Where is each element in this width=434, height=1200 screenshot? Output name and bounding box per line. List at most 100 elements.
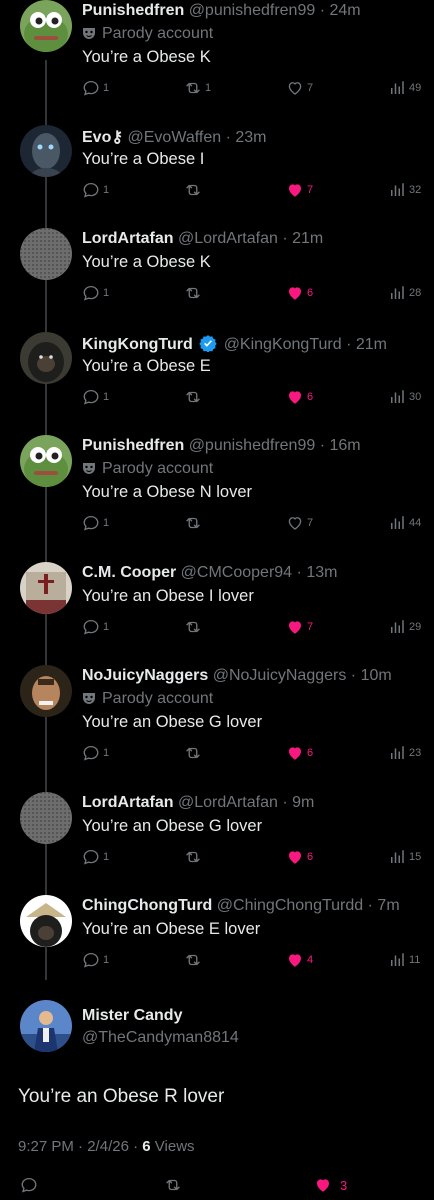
avatar[interactable]: [20, 332, 72, 384]
timestamp[interactable]: 7m: [377, 897, 399, 914]
reply-button[interactable]: 1: [82, 743, 109, 763]
reply-tweet[interactable]: NoJuicyNaggers @NoJuicyNaggers · 10m Par…: [0, 665, 434, 765]
repost-button[interactable]: [184, 743, 205, 763]
handle[interactable]: @LordArtafan: [178, 794, 278, 811]
repost-button[interactable]: [184, 283, 205, 303]
display-name[interactable]: Punishedfren: [82, 437, 184, 454]
reply-tweet[interactable]: Evo⚷ @EvoWaffen · 23m You’re a Obese I 1…: [0, 125, 434, 225]
reply-button[interactable]: 1: [82, 180, 109, 200]
timestamp[interactable]: 23m: [235, 129, 266, 146]
display-name[interactable]: ChingChongTurd: [82, 897, 212, 914]
like-count: 6: [307, 287, 314, 299]
like-button[interactable]: 7: [286, 180, 313, 200]
timestamp[interactable]: 9m: [292, 794, 314, 811]
avatar[interactable]: [20, 895, 72, 947]
avatar[interactable]: [20, 0, 72, 52]
timestamp[interactable]: 21m: [356, 336, 387, 353]
reply-button[interactable]: 1: [82, 617, 109, 637]
repost-button[interactable]: [184, 847, 205, 867]
repost-button[interactable]: [184, 180, 205, 200]
timestamp[interactable]: 10m: [361, 667, 392, 684]
tweet-header: NoJuicyNaggers @NoJuicyNaggers · 10m: [82, 667, 392, 684]
timestamp[interactable]: 13m: [306, 564, 337, 581]
reply-tweet[interactable]: C.M. Cooper @CMCooper94 · 13m You’re an …: [0, 562, 434, 662]
handle[interactable]: @CMCooper94: [181, 564, 292, 581]
heart-filled-icon: [289, 184, 301, 197]
repost-button[interactable]: [184, 513, 205, 533]
timestamp[interactable]: 16m: [329, 437, 360, 454]
post-time[interactable]: 9:27 PM: [18, 1138, 74, 1155]
main-post-handle[interactable]: @TheCandyman8814: [82, 1029, 239, 1047]
like-button[interactable]: 4: [286, 950, 313, 970]
handle[interactable]: @NoJuicyNaggers: [213, 667, 347, 684]
repost-button[interactable]: [164, 1175, 182, 1195]
avatar[interactable]: [20, 228, 72, 280]
handle[interactable]: @punishedfren99: [189, 437, 316, 454]
handle[interactable]: @LordArtafan: [178, 230, 278, 247]
handle[interactable]: @ChingChongTurdd: [217, 897, 363, 914]
like-button[interactable]: 7: [286, 78, 313, 98]
reply-button[interactable]: 1: [82, 950, 109, 970]
like-count: 6: [307, 851, 314, 863]
reply-button[interactable]: 1: [82, 387, 109, 407]
views-button[interactable]: 29: [388, 617, 421, 637]
reply-tweet[interactable]: Punishedfren @punishedfren99 · 24m Parod…: [0, 0, 434, 100]
reply-button[interactable]: 1: [82, 513, 109, 533]
display-name[interactable]: KingKongTurd: [82, 336, 193, 353]
repost-button[interactable]: [184, 617, 205, 637]
like-button[interactable]: 6: [286, 743, 313, 763]
views-button[interactable]: 15: [388, 847, 421, 867]
timestamp[interactable]: 21m: [292, 230, 323, 247]
tweet-actions: 1 4 11: [82, 950, 426, 970]
avatar[interactable]: [20, 435, 72, 487]
reply-tweet[interactable]: ChingChongTurd @ChingChongTurdd · 7m You…: [0, 895, 434, 995]
reply-button[interactable]: 1: [82, 78, 109, 98]
views-button[interactable]: 49: [388, 78, 421, 98]
views-button[interactable]: 28: [388, 283, 421, 303]
views-button[interactable]: 23: [388, 743, 421, 763]
avatar[interactable]: [20, 792, 72, 844]
like-button[interactable]: 7: [286, 617, 313, 637]
like-button[interactable]: 7: [286, 513, 313, 533]
display-name[interactable]: Punishedfren: [82, 2, 184, 19]
reply-button[interactable]: [20, 1175, 38, 1195]
reply-button[interactable]: 1: [82, 847, 109, 867]
reply-button[interactable]: 1: [82, 283, 109, 303]
repost-button[interactable]: [184, 950, 205, 970]
tweet-text: You’re an Obese I lover: [82, 587, 254, 605]
avatar[interactable]: [20, 125, 72, 177]
views-button[interactable]: 30: [388, 387, 421, 407]
display-name[interactable]: LordArtafan: [82, 794, 174, 811]
reply-tweet[interactable]: LordArtafan @LordArtafan · 21m You’re a …: [0, 228, 434, 328]
views-button[interactable]: 32: [388, 180, 421, 200]
reply-tweet[interactable]: LordArtafan @LordArtafan · 9m You’re an …: [0, 792, 434, 892]
views-icon: [391, 953, 404, 966]
avatar[interactable]: [20, 562, 72, 614]
handle[interactable]: @punishedfren99: [189, 2, 316, 19]
display-name[interactable]: NoJuicyNaggers: [82, 667, 208, 684]
tweet-actions: 1 1 7 49: [82, 78, 426, 98]
handle[interactable]: @EvoWaffen: [128, 129, 222, 146]
avatar[interactable]: [20, 1000, 72, 1052]
timestamp[interactable]: 24m: [329, 2, 360, 19]
display-name[interactable]: Evo⚷: [82, 129, 123, 146]
like-button[interactable]: 6: [286, 283, 313, 303]
reply-icon: [83, 849, 99, 865]
parody-mask-icon: [82, 691, 96, 705]
main-post-name[interactable]: Mister Candy: [82, 1007, 182, 1025]
like-button[interactable]: 6: [286, 847, 313, 867]
repost-button[interactable]: 1: [184, 78, 211, 98]
handle[interactable]: @KingKongTurd: [224, 336, 342, 353]
like-button[interactable]: 6: [286, 387, 313, 407]
repost-button[interactable]: [184, 387, 205, 407]
reply-tweet[interactable]: KingKongTurd @KingKongTurd · 21m You’re …: [0, 332, 434, 432]
post-date[interactable]: 2/4/26: [87, 1138, 129, 1155]
views-button[interactable]: 44: [388, 513, 421, 533]
views-button[interactable]: 11: [388, 950, 420, 970]
like-button[interactable]: 3: [314, 1175, 347, 1195]
display-name[interactable]: LordArtafan: [82, 230, 174, 247]
display-name[interactable]: C.M. Cooper: [82, 564, 176, 581]
repost-icon: [186, 747, 200, 759]
avatar[interactable]: [20, 665, 72, 717]
reply-tweet[interactable]: Punishedfren @punishedfren99 · 16m Parod…: [0, 435, 434, 535]
